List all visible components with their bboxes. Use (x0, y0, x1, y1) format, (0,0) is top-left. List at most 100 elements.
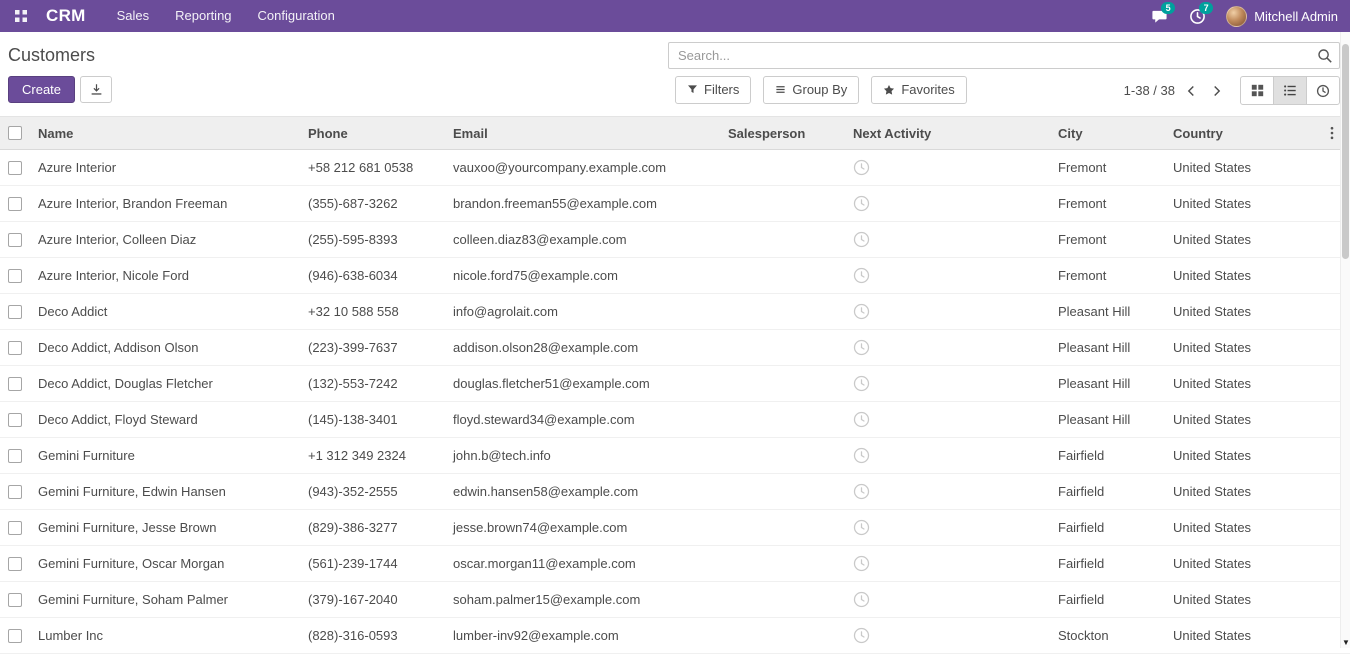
cell-next-activity[interactable] (845, 627, 1050, 644)
cell-email[interactable]: vauxoo@yourcompany.example.com (445, 160, 720, 175)
cell-phone[interactable]: +1 312 349 2324 (300, 448, 445, 463)
cell-next-activity[interactable] (845, 339, 1050, 356)
cell-next-activity[interactable] (845, 447, 1050, 464)
cell-email[interactable]: addison.olson28@example.com (445, 340, 720, 355)
cell-next-activity[interactable] (845, 195, 1050, 212)
apps-menu-button[interactable] (6, 0, 36, 32)
row-checkbox[interactable] (8, 233, 22, 247)
app-name[interactable]: CRM (46, 6, 86, 26)
schedule-activity-icon[interactable] (853, 411, 870, 428)
export-button[interactable] (80, 76, 112, 103)
table-row[interactable]: Gemini Furniture, Oscar Morgan (561)-239… (0, 546, 1350, 582)
row-checkbox[interactable] (8, 521, 22, 535)
cell-city[interactable]: Fairfield (1050, 556, 1165, 571)
schedule-activity-icon[interactable] (853, 339, 870, 356)
kanban-view-button[interactable] (1240, 76, 1274, 105)
table-row[interactable]: Gemini Furniture, Soham Palmer (379)-167… (0, 582, 1350, 618)
menu-sales[interactable]: Sales (104, 0, 163, 32)
cell-country[interactable]: United States (1165, 628, 1270, 643)
menu-configuration[interactable]: Configuration (245, 0, 348, 32)
cell-city[interactable]: Fairfield (1050, 592, 1165, 607)
cell-country[interactable]: United States (1165, 556, 1270, 571)
cell-email[interactable]: soham.palmer15@example.com (445, 592, 720, 607)
favorites-button[interactable]: Favorites (871, 76, 966, 104)
schedule-activity-icon[interactable] (853, 555, 870, 572)
cell-name[interactable]: Gemini Furniture, Jesse Brown (30, 520, 300, 535)
column-header-city[interactable]: City (1050, 126, 1165, 141)
cell-phone[interactable]: (355)-687-3262 (300, 196, 445, 211)
schedule-activity-icon[interactable] (853, 519, 870, 536)
cell-name[interactable]: Azure Interior, Colleen Diaz (30, 232, 300, 247)
row-checkbox[interactable] (8, 413, 22, 427)
cell-phone[interactable]: (946)-638-6034 (300, 268, 445, 283)
cell-city[interactable]: Pleasant Hill (1050, 376, 1165, 391)
pager-next-button[interactable] (1204, 76, 1229, 105)
cell-phone[interactable]: (379)-167-2040 (300, 592, 445, 607)
schedule-activity-icon[interactable] (853, 195, 870, 212)
cell-name[interactable]: Azure Interior, Brandon Freeman (30, 196, 300, 211)
table-row[interactable]: Gemini Furniture, Edwin Hansen (943)-352… (0, 474, 1350, 510)
messages-button[interactable]: 5 (1140, 0, 1178, 32)
schedule-activity-icon[interactable] (853, 483, 870, 500)
row-checkbox[interactable] (8, 557, 22, 571)
schedule-activity-icon[interactable] (853, 231, 870, 248)
cell-country[interactable]: United States (1165, 592, 1270, 607)
row-checkbox[interactable] (8, 305, 22, 319)
row-checkbox[interactable] (8, 269, 22, 283)
cell-country[interactable]: United States (1165, 520, 1270, 535)
cell-phone[interactable]: (561)-239-1744 (300, 556, 445, 571)
cell-city[interactable]: Fremont (1050, 196, 1165, 211)
table-row[interactable]: Azure Interior, Colleen Diaz (255)-595-8… (0, 222, 1350, 258)
cell-city[interactable]: Fremont (1050, 160, 1165, 175)
table-row[interactable]: Deco Addict +32 10 588 558 info@agrolait… (0, 294, 1350, 330)
cell-country[interactable]: United States (1165, 448, 1270, 463)
table-row[interactable]: Deco Addict, Floyd Steward (145)-138-340… (0, 402, 1350, 438)
cell-name[interactable]: Azure Interior (30, 160, 300, 175)
cell-email[interactable]: john.b@tech.info (445, 448, 720, 463)
cell-country[interactable]: United States (1165, 196, 1270, 211)
create-button[interactable]: Create (8, 76, 75, 103)
row-checkbox[interactable] (8, 377, 22, 391)
activity-view-button[interactable] (1306, 76, 1340, 105)
cell-phone[interactable]: (223)-399-7637 (300, 340, 445, 355)
cell-next-activity[interactable] (845, 411, 1050, 428)
group-by-button[interactable]: Group By (763, 76, 859, 104)
schedule-activity-icon[interactable] (853, 159, 870, 176)
row-checkbox[interactable] (8, 161, 22, 175)
cell-country[interactable]: United States (1165, 268, 1270, 283)
cell-country[interactable]: United States (1165, 304, 1270, 319)
cell-name[interactable]: Gemini Furniture (30, 448, 300, 463)
row-checkbox[interactable] (8, 629, 22, 643)
cell-country[interactable]: United States (1165, 160, 1270, 175)
cell-country[interactable]: United States (1165, 232, 1270, 247)
cell-name[interactable]: Lumber Inc (30, 628, 300, 643)
column-header-salesperson[interactable]: Salesperson (720, 126, 845, 141)
cell-phone[interactable]: +32 10 588 558 (300, 304, 445, 319)
list-view-button[interactable] (1273, 76, 1307, 105)
cell-next-activity[interactable] (845, 231, 1050, 248)
cell-email[interactable]: floyd.steward34@example.com (445, 412, 720, 427)
cell-email[interactable]: info@agrolait.com (445, 304, 720, 319)
cell-next-activity[interactable] (845, 555, 1050, 572)
search-input[interactable] (668, 42, 1340, 69)
cell-next-activity[interactable] (845, 519, 1050, 536)
column-header-phone[interactable]: Phone (300, 126, 445, 141)
cell-country[interactable]: United States (1165, 340, 1270, 355)
schedule-activity-icon[interactable] (853, 375, 870, 392)
cell-email[interactable]: edwin.hansen58@example.com (445, 484, 720, 499)
cell-city[interactable]: Pleasant Hill (1050, 340, 1165, 355)
schedule-activity-icon[interactable] (853, 267, 870, 284)
cell-phone[interactable]: (829)-386-3277 (300, 520, 445, 535)
cell-next-activity[interactable] (845, 375, 1050, 392)
schedule-activity-icon[interactable] (853, 303, 870, 320)
cell-email[interactable]: jesse.brown74@example.com (445, 520, 720, 535)
cell-city[interactable]: Fairfield (1050, 484, 1165, 499)
cell-city[interactable]: Fremont (1050, 232, 1165, 247)
column-header-next-activity[interactable]: Next Activity (845, 126, 1050, 141)
user-menu[interactable]: Mitchell Admin (1216, 6, 1344, 27)
column-header-email[interactable]: Email (445, 126, 720, 141)
cell-email[interactable]: colleen.diaz83@example.com (445, 232, 720, 247)
column-header-name[interactable]: Name (30, 126, 300, 141)
scrollbar-down-arrow[interactable]: ▼ (1341, 638, 1350, 647)
cell-next-activity[interactable] (845, 483, 1050, 500)
